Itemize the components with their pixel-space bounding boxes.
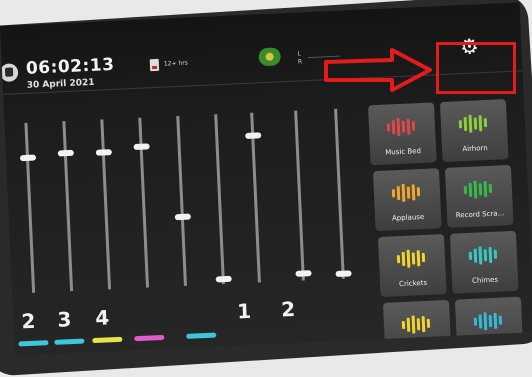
- sound-pad-label: Record Scra...: [455, 209, 505, 220]
- fader-track[interactable]: [176, 115, 187, 286]
- channel-color-bar: [18, 340, 49, 347]
- fader-track[interactable]: [100, 119, 112, 290]
- sound-pad[interactable]: Airhorn: [439, 99, 509, 163]
- fader-knob[interactable]: [174, 213, 191, 221]
- fader-track[interactable]: [24, 122, 36, 293]
- fader-track[interactable]: [62, 121, 74, 292]
- waveform-icon: [386, 115, 418, 136]
- sound-pad-label: Crickets: [398, 278, 428, 289]
- clock-date: 30 April 2021: [26, 77, 95, 91]
- channel-color-bar: [92, 336, 123, 344]
- logo-icon: [0, 63, 19, 83]
- sound-pad[interactable]: Applause: [372, 168, 442, 232]
- mic-icon[interactable]: 2: [21, 309, 36, 334]
- battery-icon: [149, 58, 160, 72]
- status-indicator-icon[interactable]: [258, 47, 282, 67]
- battery-text: 12+ hrs: [163, 59, 189, 68]
- sound-pad-label: Chimes: [471, 275, 499, 285]
- fader-track[interactable]: [294, 110, 305, 281]
- channel-strip-row: 23412: [0, 2, 519, 347]
- sound-pad-label: Applause: [391, 212, 425, 223]
- fader-knob[interactable]: [215, 275, 232, 283]
- channel-color-bar: [54, 338, 85, 345]
- fader-knob[interactable]: [19, 154, 37, 162]
- channel-color-bar: [186, 332, 217, 339]
- level-label-left: L: [297, 50, 302, 58]
- fader-knob[interactable]: [245, 132, 262, 139]
- fader-area: [0, 2, 519, 293]
- fader-knob[interactable]: [95, 149, 112, 156]
- sound-pad[interactable]: Record Scra...: [444, 164, 514, 228]
- fader-track[interactable]: [214, 114, 225, 285]
- mic-icon[interactable]: 4: [95, 305, 110, 330]
- waveform-icon: [468, 244, 499, 265]
- sound-pad[interactable]: Crickets: [377, 234, 447, 298]
- clock-time: 06:02:13: [25, 54, 115, 79]
- fader-knob[interactable]: [335, 270, 352, 278]
- waveform-icon: [391, 181, 422, 202]
- mic-icon[interactable]: 3: [57, 307, 72, 332]
- fader-knob[interactable]: [57, 149, 74, 157]
- fader-knob[interactable]: [133, 143, 150, 151]
- sound-pad[interactable]: Chimes: [449, 230, 519, 294]
- usb-icon[interactable]: 2: [281, 297, 296, 322]
- waveform-icon: [458, 112, 489, 133]
- sound-pad-label: Music Bed: [385, 147, 422, 157]
- waveform-icon: [396, 247, 427, 268]
- level-label-right: R: [297, 58, 303, 66]
- settings-highlight-box: [436, 42, 516, 94]
- sound-pad-grid: Music Bed Airhorn Applause Record Scra... Cr…: [0, 2, 524, 356]
- annotation-arrow: [324, 48, 432, 92]
- waveform-icon: [463, 178, 494, 199]
- sound-pad-label: Airhorn: [462, 144, 488, 154]
- level-meter: L R: [297, 50, 302, 66]
- usb-icon[interactable]: 1: [237, 299, 252, 324]
- waveform-icon: [473, 309, 504, 330]
- fader-track[interactable]: [334, 108, 345, 279]
- sound-pad[interactable]: Music Bed: [367, 102, 437, 166]
- fader-knob[interactable]: [295, 270, 312, 277]
- channel-color-bar: [134, 334, 165, 342]
- waveform-icon: [401, 313, 432, 334]
